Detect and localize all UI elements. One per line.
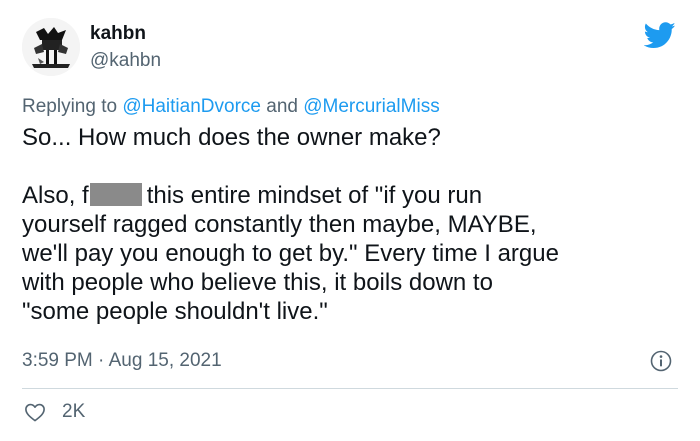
mention-link-2[interactable]: @MercurialMiss [303, 96, 439, 117]
tweet-line: "some people shouldn't live." [22, 298, 328, 325]
tweet-card: kahbn @kahbn Replying to @HaitianDvorce … [0, 0, 700, 441]
tweet-date: Aug 15, 2021 [108, 350, 222, 371]
avatar[interactable] [22, 18, 80, 76]
tweet-time: 3:59 PM [22, 350, 93, 371]
tweet-line: yourself ragged constantly then maybe, M… [22, 211, 537, 238]
replying-to-line: Replying to @HaitianDvorce and @Mercuria… [22, 95, 440, 119]
info-icon[interactable] [650, 350, 672, 372]
tweet-line: So... How much does the owner make? [22, 124, 441, 151]
tweet-line: with people who believe this, it boils d… [22, 269, 493, 296]
avatar-image [22, 18, 80, 76]
tweet-text-segment: this entire mindset of "if you run [146, 182, 483, 209]
divider [22, 388, 678, 389]
tweet-line: Also, f this entire mindset of "if you ru… [22, 181, 682, 210]
tweet-line: we'll pay you enough to get by." Every t… [22, 240, 559, 267]
tweet-text-segment: Also, f [22, 182, 89, 209]
heart-icon [25, 403, 45, 422]
mention-link-1[interactable]: @HaitianDvorce [122, 96, 261, 117]
tweet-text: So... How much does the owner make? Also… [22, 123, 682, 326]
like-button[interactable]: 2K [24, 400, 85, 424]
user-handle[interactable]: @kahbn [90, 50, 161, 72]
censor-bar [89, 183, 142, 206]
tweet-timestamp[interactable]: 3:59 PM · Aug 15, 2021 [22, 349, 222, 373]
replying-to-prefix: Replying to [22, 96, 118, 117]
twitter-bird-icon[interactable] [644, 22, 676, 49]
replying-to-conjunction: and [266, 96, 298, 117]
like-count: 2K [62, 401, 86, 422]
display-name[interactable]: kahbn [90, 23, 146, 45]
timestamp-separator: · [98, 350, 105, 371]
